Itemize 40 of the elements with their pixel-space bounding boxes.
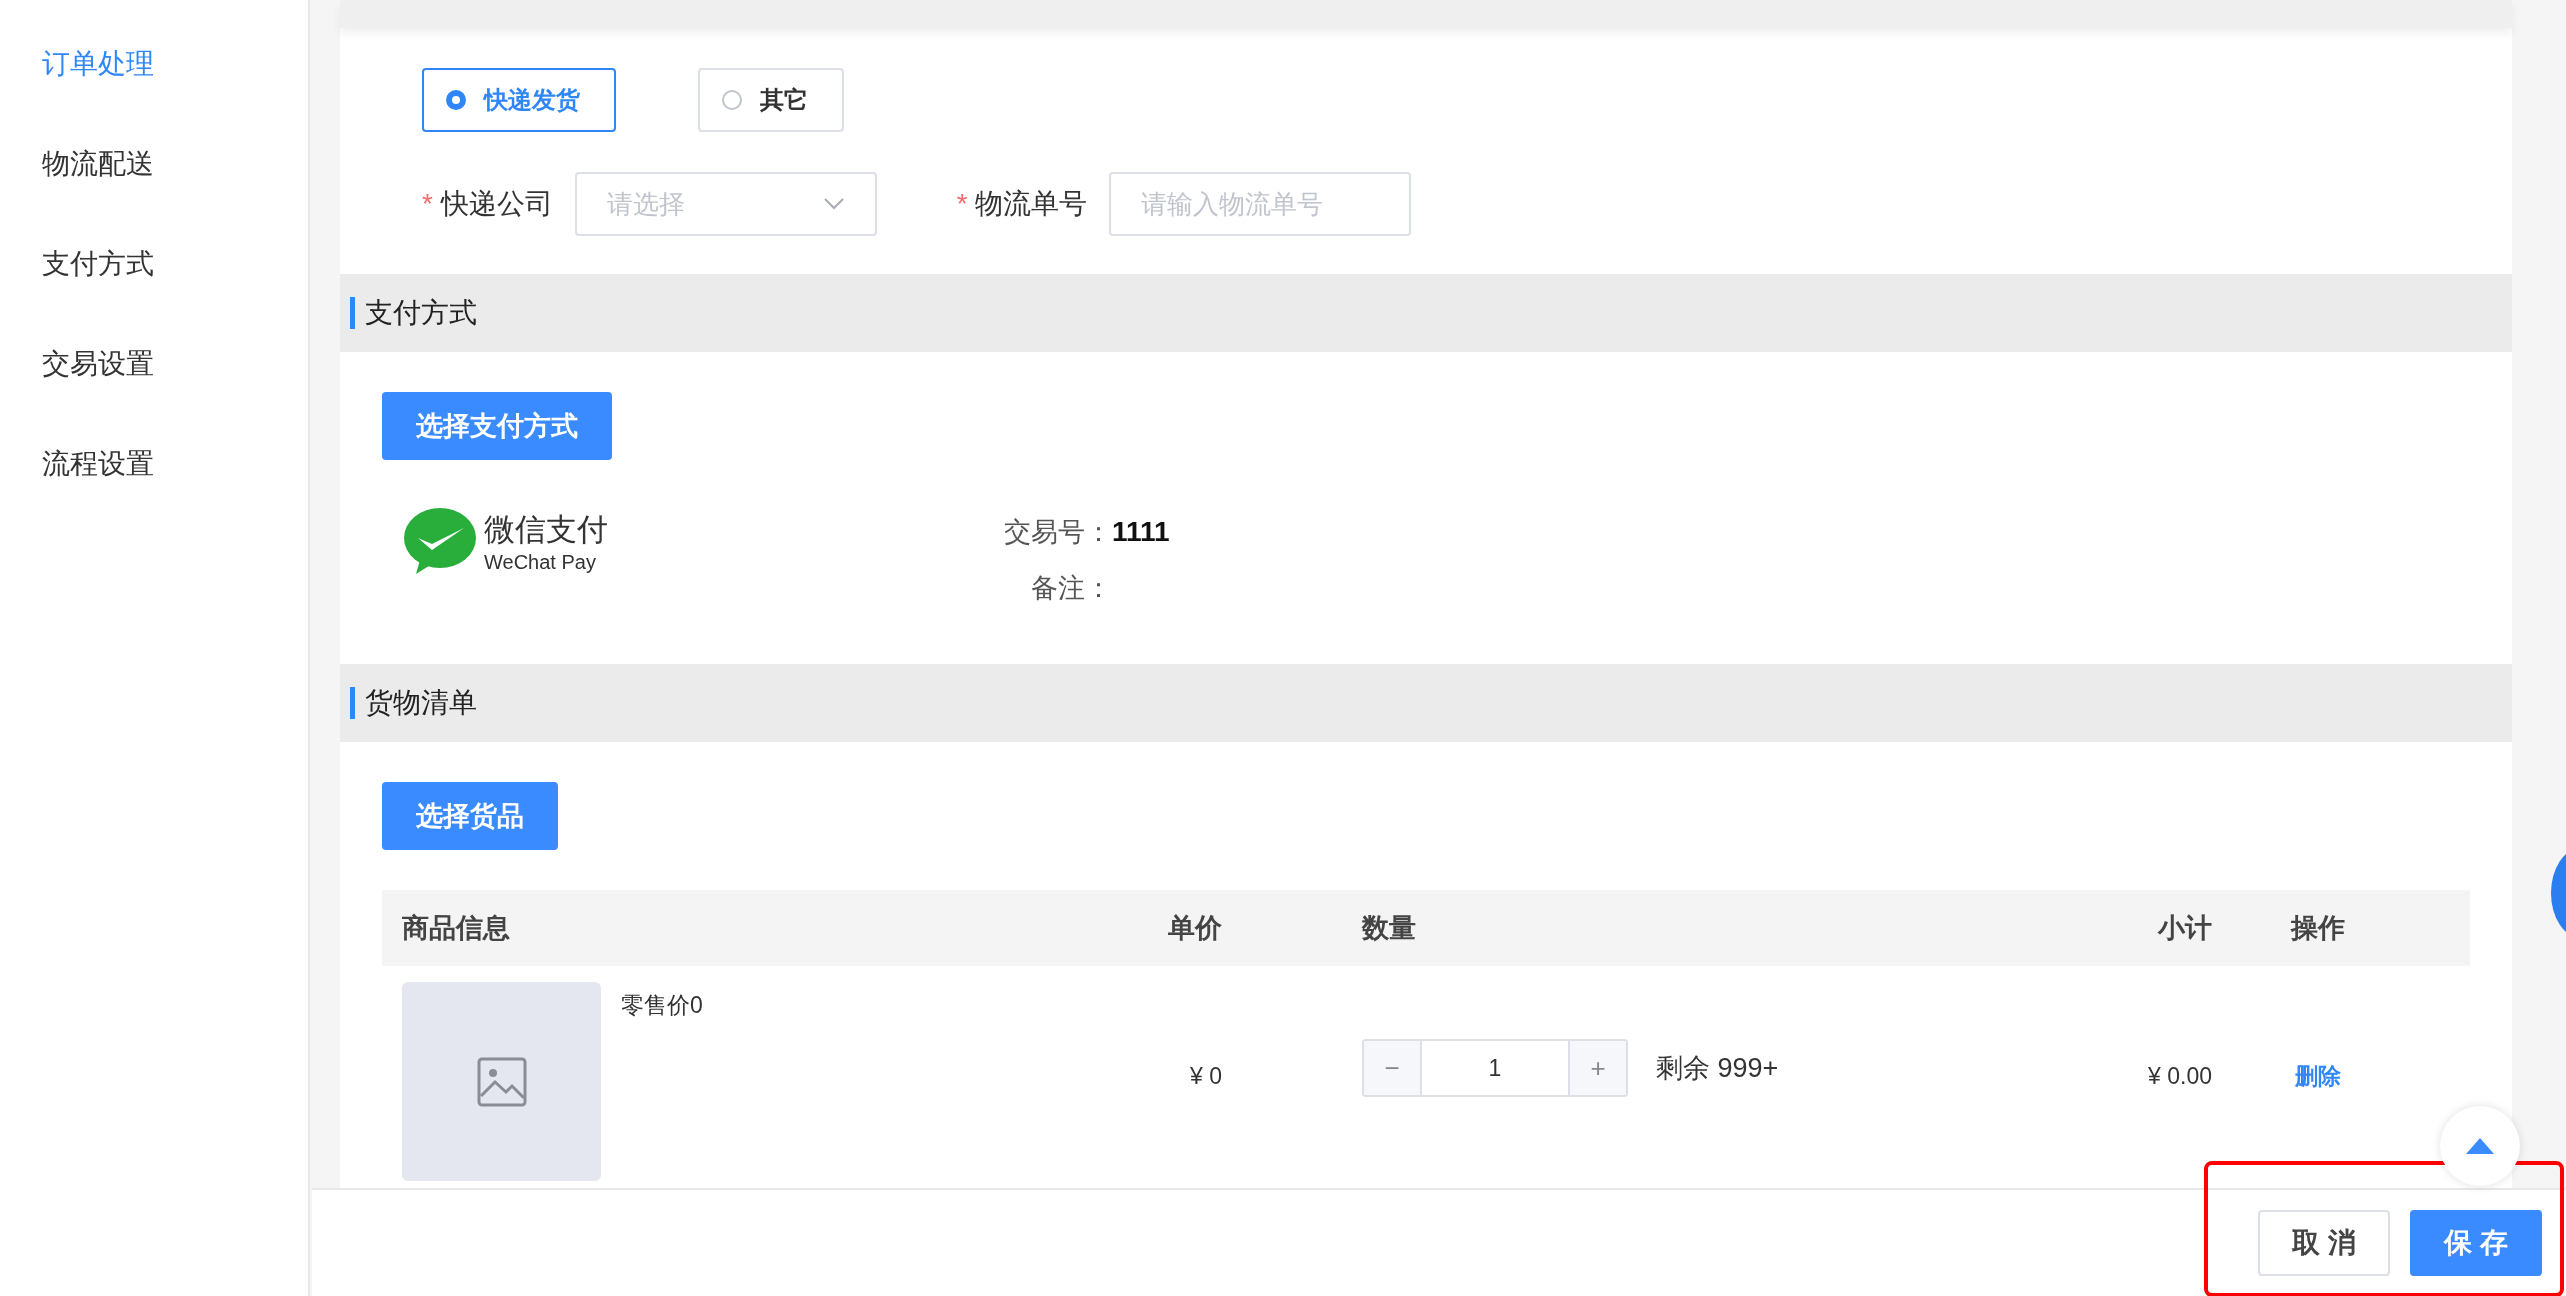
subtotal: ¥ 0.00 (2147, 1062, 2212, 1090)
column-header: 小计 (2156, 912, 2212, 945)
logo-title: 微信支付 (484, 510, 608, 549)
radio-option[interactable]: 其它 (698, 68, 844, 132)
sidebar-item[interactable]: 交易设置 (0, 340, 154, 440)
sidebar-item[interactable]: 订单处理 (0, 40, 154, 140)
chat-bubble-check-icon (402, 506, 478, 576)
column-header: 单价 (1167, 912, 1222, 945)
save-button[interactable]: 保 存 (2410, 1210, 2542, 1276)
detail-label: 交易号： (1003, 516, 1112, 549)
input-field[interactable]: 请输入物流单号 (1109, 172, 1412, 236)
chevron-down-icon (822, 197, 845, 211)
radio-icon (722, 90, 742, 110)
radio-option[interactable]: 快递发货 (422, 68, 616, 132)
logo-subtitle: WeChat Pay (484, 550, 597, 574)
select-goods-button[interactable]: 选择货品 (382, 782, 558, 850)
column-header: 操作 (2289, 912, 2346, 945)
cancel-button[interactable]: 取 消 (2258, 1210, 2390, 1276)
product-name: 零售价0 (621, 991, 703, 1020)
section-title: 货物清单 (365, 686, 477, 720)
sidebar-item[interactable]: 物流配送 (0, 140, 154, 240)
detail-label: 备注： (1030, 572, 1112, 605)
section-title: 支付方式 (365, 296, 477, 330)
delete-link[interactable]: 删除 (2295, 1062, 2341, 1089)
radio-icon (446, 90, 466, 110)
field-label: * 物流单号 (956, 187, 1088, 221)
stock-remaining: 剩余 999+ (1656, 1052, 1779, 1085)
detail-value: 1111 (1112, 516, 1170, 547)
quantity-stepper[interactable]: − 1 + (1362, 1039, 1628, 1097)
column-header: 数量 (1360, 912, 1417, 945)
image-icon (475, 1055, 528, 1108)
decrement-button[interactable]: − (1364, 1041, 1420, 1095)
sidebar-item[interactable]: 支付方式 (0, 240, 154, 340)
select-payment-button[interactable]: 选择支付方式 (382, 392, 612, 460)
increment-button[interactable]: + (1570, 1041, 1626, 1095)
sidebar-item[interactable]: 流程设置 (0, 440, 154, 540)
column-header: 商品信息 (401, 912, 511, 945)
triangle-up-icon (2466, 1138, 2494, 1154)
field-label: * 快递公司 (422, 187, 553, 221)
unit-price: ¥ 0 (1189, 1062, 1222, 1090)
